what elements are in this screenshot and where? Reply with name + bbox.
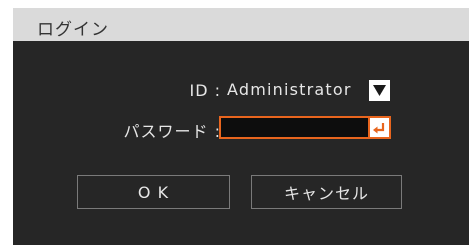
login-dialog: ログイン ID : Administrator パスワード : O K キャンセ… xyxy=(13,8,469,245)
password-enter-button[interactable] xyxy=(370,116,391,139)
dialog-title: ログイン xyxy=(37,20,109,40)
id-dropdown-button[interactable] xyxy=(369,80,390,101)
title-bar: ログイン xyxy=(13,8,469,41)
password-field[interactable] xyxy=(219,116,370,139)
enter-key-icon xyxy=(373,123,385,134)
password-label: パスワード : xyxy=(123,122,221,141)
cancel-button[interactable]: キャンセル xyxy=(251,175,402,209)
chevron-down-icon xyxy=(373,85,386,96)
id-select-value[interactable]: Administrator xyxy=(227,80,352,99)
ok-button[interactable]: O K xyxy=(77,175,230,209)
id-label: ID : xyxy=(189,81,221,100)
